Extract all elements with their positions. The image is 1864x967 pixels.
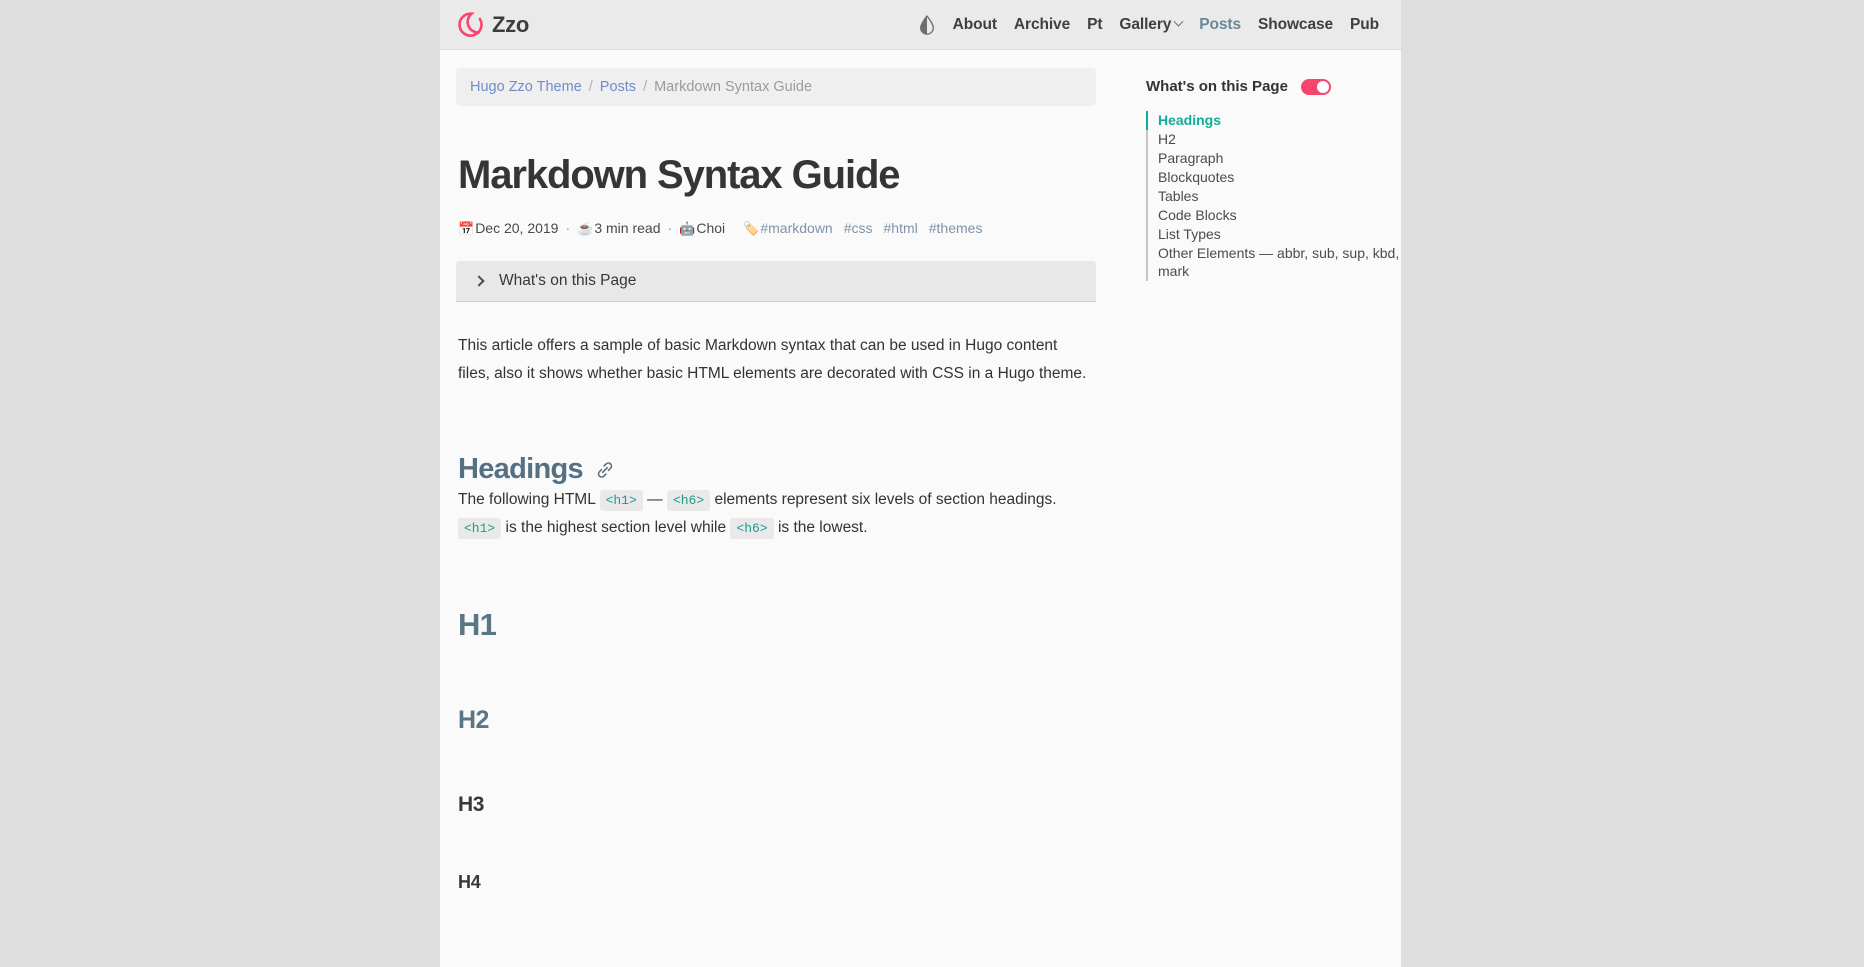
breadcrumb-item-current: Markdown Syntax Guide [654, 79, 813, 95]
page-body: Hugo Zzo Theme / Posts / Markdown Syntax… [440, 50, 1401, 893]
nav-link-showcase-label: Showcase [1258, 15, 1334, 33]
nav-link-archive[interactable]: Archive [1014, 16, 1070, 34]
nav-link-pub[interactable]: Pub [1350, 16, 1379, 34]
robot-icon: 🤖 [679, 220, 696, 236]
sidebar-toc-header: What's on this Page [1146, 78, 1416, 95]
headings-text-2: elements represent six levels of section… [714, 491, 1057, 509]
site-brand-link[interactable]: Zzo [458, 11, 529, 38]
toggle-knob [1316, 80, 1329, 93]
code-h6-b: <h6> [730, 517, 774, 539]
sidebar-item-tables[interactable]: Tables [1146, 187, 1416, 206]
breadcrumb: Hugo Zzo Theme / Posts / Markdown Syntax… [456, 68, 1096, 106]
main-column: Hugo Zzo Theme / Posts / Markdown Syntax… [456, 68, 1096, 893]
post-date: Dec 20, 2019 [475, 220, 559, 236]
nav-link-showcase[interactable]: Showcase [1258, 16, 1333, 34]
sidebar-item-paragraph[interactable]: Paragraph [1146, 149, 1416, 168]
page-root: Zzo About Archive Pt Gallery Posts Showc… [0, 0, 1864, 967]
nav-link-posts[interactable]: Posts [1199, 16, 1241, 34]
headings-dash: — [647, 491, 663, 509]
sidebar-item-list-types[interactable]: List Types [1146, 225, 1416, 244]
tag-html[interactable]: #html [884, 221, 918, 235]
section-heading-headings: Headings [456, 453, 1096, 486]
sidebar-item-code-blocks[interactable]: Code Blocks [1146, 206, 1416, 225]
sidebar-item-h2[interactable]: H2 [1146, 130, 1416, 149]
headings-text-3: is the highest section level while [505, 518, 727, 536]
nav-link-about[interactable]: About [953, 16, 997, 34]
headings-description: The following HTML <h1> — <h6> elements … [458, 486, 1088, 541]
nav-link-posts-label: Posts [1199, 15, 1241, 33]
page-title: Markdown Syntax Guide [458, 153, 901, 197]
demo-heading-h4: H4 [458, 872, 481, 893]
nav-link-gallery-label: Gallery [1119, 15, 1172, 33]
post-author: Choi [696, 220, 726, 236]
sidebar-toc: What's on this Page Headings H2 Paragrap… [1146, 68, 1416, 893]
link-chain-icon[interactable] [594, 459, 616, 481]
nav-link-pt-label: Pt [1087, 15, 1103, 33]
nav-link-pt[interactable]: Pt [1087, 16, 1102, 34]
nav-link-pub-label: Pub [1350, 15, 1379, 33]
nav-link-about-label: About [952, 15, 997, 33]
contrast-droplet-icon[interactable] [918, 14, 936, 36]
headings-text-4: is the lowest. [777, 518, 868, 536]
tag-css[interactable]: #css [844, 221, 873, 235]
intro-paragraph: This article offers a sample of basic Ma… [458, 337, 1087, 382]
breadcrumb-separator: / [588, 79, 593, 95]
demo-heading-h1: H1 [458, 607, 497, 643]
breadcrumb-item-posts[interactable]: Posts [600, 79, 636, 95]
tag-markdown[interactable]: #markdown [760, 221, 832, 235]
chevron-down-icon [1173, 16, 1184, 27]
nav-link-archive-label: Archive [1013, 15, 1071, 33]
meta-separator: · [667, 220, 673, 236]
enso-ring-icon [458, 12, 483, 37]
code-h1-b: <h1> [458, 517, 502, 539]
sidebar-item-blockquotes[interactable]: Blockquotes [1146, 168, 1416, 187]
site-brand-text: Zzo [492, 11, 529, 37]
code-h6-a: <h6> [666, 490, 711, 512]
navbar-links: About Archive Pt Gallery Posts Showcase [918, 14, 1379, 36]
sidebar-toc-list: Headings H2 Paragraph Blockquotes Tables… [1146, 111, 1416, 281]
post-meta: 📅 Dec 20, 2019 · ☕ 3 min read · 🤖 Choi 🏷… [458, 221, 1096, 235]
toc-details-summary[interactable]: What's on this Page [456, 261, 1096, 302]
toc-details-label: What's on this Page [499, 272, 637, 289]
meta-separator: · [565, 220, 571, 236]
top-navbar: Zzo About Archive Pt Gallery Posts Showc… [440, 0, 1401, 50]
site-container: Zzo About Archive Pt Gallery Posts Showc… [440, 0, 1401, 967]
tag-icon: 🏷️ [743, 220, 760, 236]
sidebar-toc-title: What's on this Page [1146, 78, 1288, 95]
nav-link-gallery[interactable]: Gallery [1119, 15, 1184, 34]
sidebar-toc-toggle[interactable] [1300, 78, 1331, 95]
sidebar-item-other-elements[interactable]: Other Elements — abbr, sub, sup, kbd, ma… [1146, 244, 1416, 281]
headings-text-1: The following HTML [458, 491, 596, 509]
sidebar-item-headings[interactable]: Headings [1146, 111, 1416, 130]
breadcrumb-separator: / [643, 79, 648, 95]
calendar-icon: 📅 [458, 220, 475, 236]
tag-themes[interactable]: #themes [929, 221, 983, 235]
post-readtime: 3 min read [594, 220, 661, 236]
chevron-right-icon [473, 275, 485, 287]
code-h1-a: <h1> [599, 490, 643, 512]
post-tags: 🏷️ #markdown #css #html #themes [743, 221, 982, 235]
demo-heading-h2: H2 [458, 706, 489, 735]
coffee-icon: ☕ [577, 220, 594, 236]
demo-heading-h3: H3 [458, 793, 485, 817]
breadcrumb-item-home[interactable]: Hugo Zzo Theme [470, 79, 582, 95]
section-heading-text: Headings [458, 453, 584, 486]
article-content: This article offers a sample of basic Ma… [456, 332, 1096, 893]
